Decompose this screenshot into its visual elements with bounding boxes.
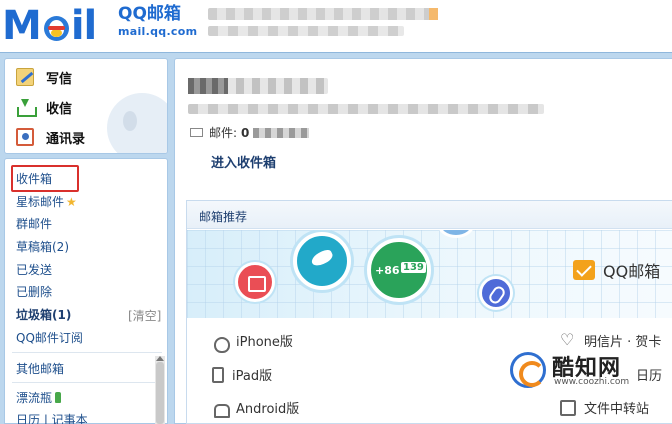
logo-text[interactable]: QQ邮箱 mail.qq.com — [118, 4, 197, 40]
mail-count-value: 0 — [241, 125, 250, 140]
recommend-title: 邮箱推荐 — [199, 210, 248, 224]
recommend-banner[interactable]: +86 139 QQ邮箱 — [187, 230, 672, 318]
clear-spam-link[interactable]: [清空] — [128, 307, 161, 324]
folder-inbox[interactable]: 收件箱 — [16, 171, 52, 187]
phone-prefix: +86 — [375, 264, 400, 277]
contacts-button[interactable]: 通讯录 — [16, 126, 85, 148]
client-android-label: Android版 — [236, 402, 300, 417]
compose-label: 写信 — [46, 71, 73, 87]
client-iphone-label: iPhone版 — [236, 335, 293, 350]
coozhi-watermark: 酷知网 www.coozhi.com — [506, 350, 672, 390]
folder-drift-bottle[interactable]: 漂流瓶 — [16, 390, 62, 406]
apple-icon — [212, 333, 230, 353]
logo-title: QQ邮箱 — [118, 4, 181, 24]
attachment-bubble-icon — [479, 276, 513, 310]
envelope-icon — [190, 128, 203, 137]
qq-mail-banner-tag: QQ邮箱 — [573, 258, 660, 282]
logo-letter-m: M — [2, 3, 42, 49]
drift-bottle-label: 漂流瓶 — [16, 391, 53, 405]
watermark-url: www.coozhi.com — [554, 377, 630, 387]
redacted-user-name — [188, 78, 328, 94]
recommend-header: 邮箱推荐 — [187, 201, 672, 229]
folder-sent[interactable]: 已发送 — [16, 262, 52, 278]
receive-button[interactable]: 收信 — [16, 96, 72, 118]
folder-group[interactable]: 群邮件 — [16, 216, 52, 232]
redacted-account-info — [208, 8, 438, 20]
client-iphone-link[interactable]: iPhone版 — [212, 331, 293, 353]
qq-mail-logo[interactable]: M il — [2, 2, 97, 49]
folder-starred[interactable]: 星标邮件 ★ — [16, 194, 77, 210]
penguin-watermark-icon — [107, 93, 167, 153]
folder-drafts[interactable]: 草稿箱(2) — [16, 239, 69, 255]
sidebar-scroll-thumb[interactable] — [156, 362, 164, 424]
folder-starred-label: 星标邮件 — [16, 195, 65, 209]
client-android-link[interactable]: Android版 — [212, 398, 300, 418]
mail-count: 邮件: 0 — [190, 124, 310, 141]
drift-bottle-bubble-icon — [293, 232, 351, 290]
redacted-user-address — [188, 104, 544, 114]
mail-envelope-icon — [573, 260, 595, 280]
folder-other-mailboxes[interactable]: 其他邮箱 — [16, 361, 64, 377]
contacts-label: 通讯录 — [46, 131, 86, 147]
folder-spam[interactable]: 垃圾箱(1) — [16, 307, 71, 323]
banner-tag-text: QQ邮箱 — [603, 262, 661, 281]
ipad-icon — [212, 366, 224, 383]
folder-calendar-notes[interactable]: 日历 | 记事本 — [16, 412, 88, 424]
client-ipad-link[interactable]: iPad版 — [212, 365, 272, 384]
header: M il QQ邮箱 mail.qq.com — [0, 0, 672, 52]
enter-inbox-link[interactable]: 进入收件箱 — [211, 152, 276, 171]
compose-button[interactable]: 写信 — [16, 66, 72, 88]
receive-label: 收信 — [46, 101, 73, 117]
penguin-logo-icon — [42, 12, 70, 42]
folder-divider — [12, 382, 162, 383]
mailbox-recommend-panel: 邮箱推荐 +86 139 QQ邮箱 — [186, 200, 672, 424]
mail-count-label: 邮件: — [209, 126, 238, 140]
phone-bubble-icon: +86 139 — [367, 238, 431, 302]
postcard-link[interactable]: 明信片 · 贺卡 — [560, 330, 662, 351]
file-transfer-link[interactable]: 文件中转站 — [560, 398, 649, 417]
client-ipad-label: iPad版 — [232, 369, 273, 384]
compose-icon — [16, 68, 34, 86]
scroll-up-arrow-icon[interactable] — [156, 356, 164, 361]
folder-subscriptions[interactable]: QQ邮件订阅 — [16, 330, 83, 346]
logo-letters-il: il — [70, 3, 97, 49]
coozhi-logo-icon — [510, 352, 546, 388]
postcard-label: 明信片 · 贺卡 — [584, 335, 662, 350]
star-icon: ★ — [66, 195, 77, 209]
folder-divider — [12, 352, 162, 353]
android-icon — [212, 400, 230, 418]
logo-domain: mail.qq.com — [118, 25, 198, 38]
redacted-count-detail — [253, 127, 310, 138]
file-transfer-icon — [560, 399, 576, 416]
bottle-icon — [55, 392, 62, 403]
folder-deleted[interactable]: 已删除 — [16, 284, 52, 300]
heart-icon — [560, 330, 576, 349]
file-transfer-label: 文件中转站 — [584, 402, 650, 417]
receive-icon — [16, 98, 37, 117]
calendar-bubble-icon — [235, 262, 275, 302]
contacts-icon — [16, 128, 34, 146]
redacted-account-links — [208, 26, 404, 36]
phone-number: 139 — [401, 262, 426, 273]
